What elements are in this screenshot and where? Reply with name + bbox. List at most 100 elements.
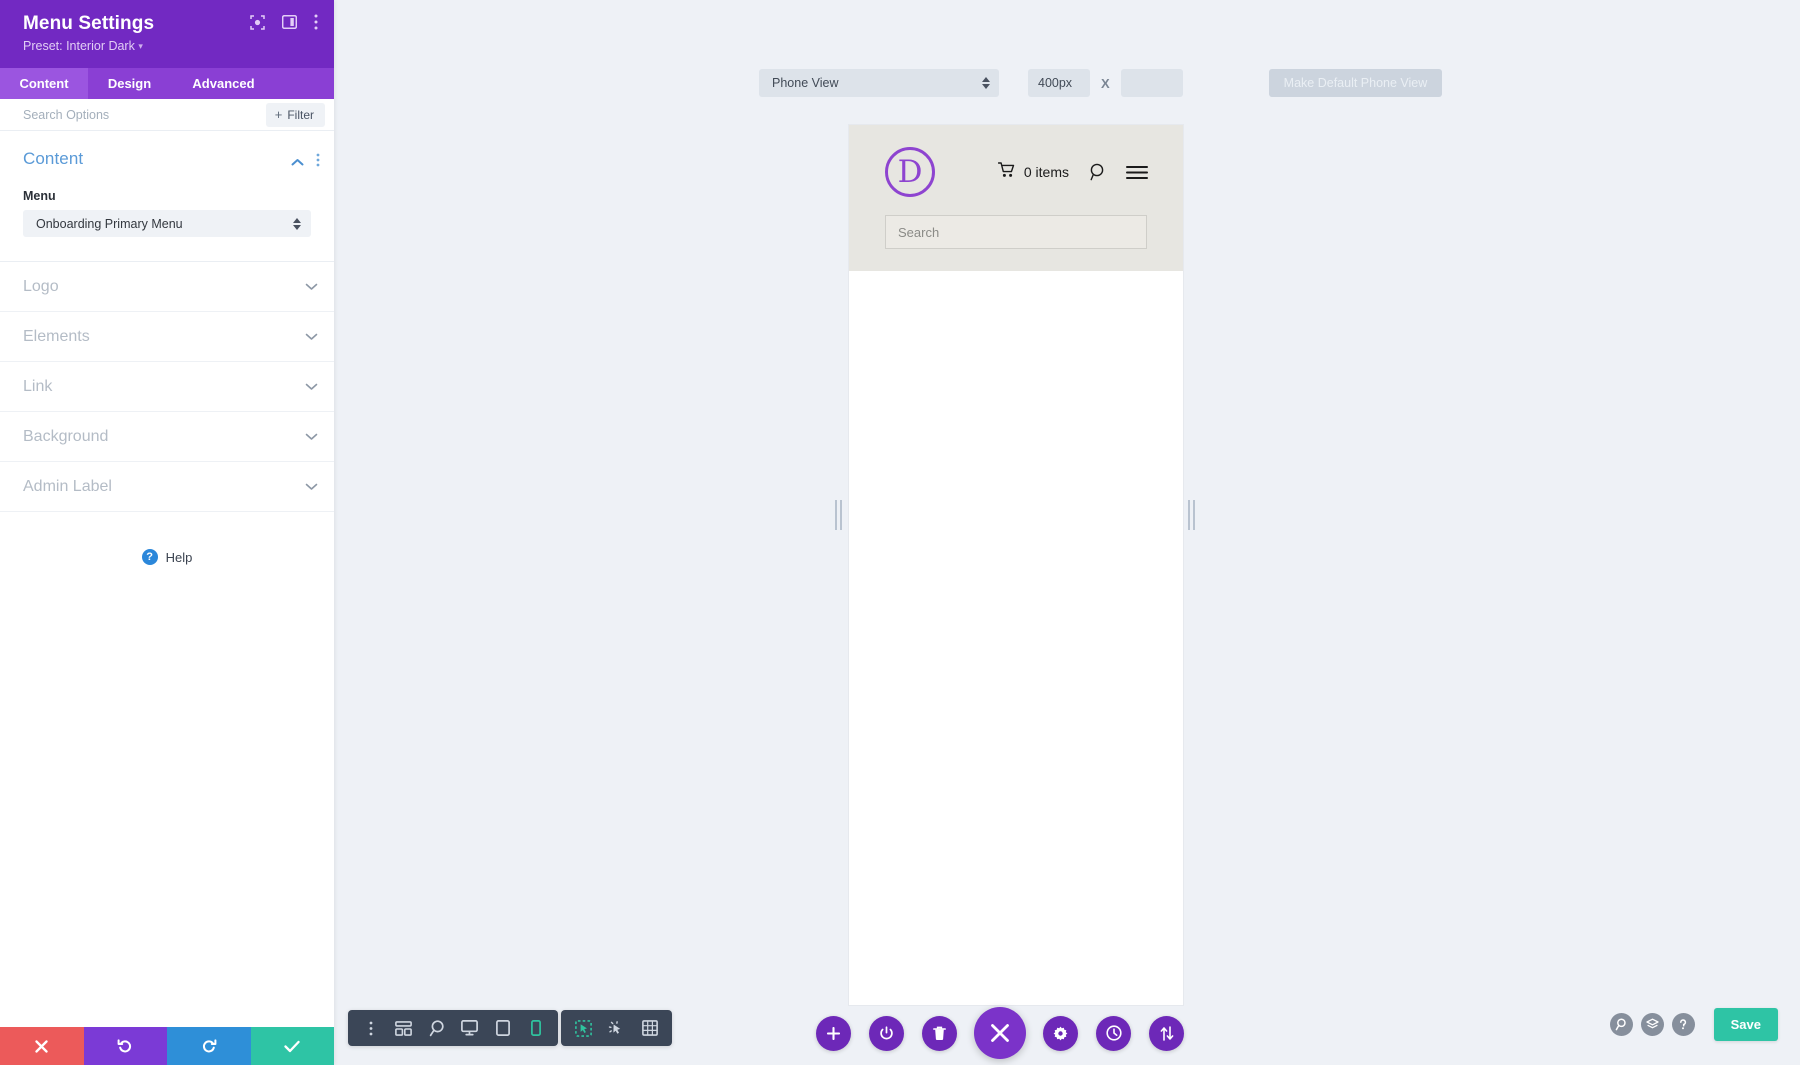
cancel-button[interactable]	[0, 1027, 84, 1065]
hover-select-icon[interactable]	[600, 1010, 633, 1046]
focus-target-icon[interactable]	[250, 14, 265, 30]
undo-button[interactable]	[83, 1027, 167, 1065]
search-icon[interactable]	[1089, 163, 1106, 181]
accordion-admin-label[interactable]: Admin Label	[0, 462, 334, 512]
chevron-up-icon[interactable]	[291, 154, 304, 172]
tablet-view-icon[interactable]	[486, 1010, 519, 1046]
accordion-logo-label: Logo	[23, 277, 59, 295]
question-icon: ?	[141, 549, 158, 565]
accordion-elements[interactable]: Elements	[0, 312, 334, 362]
history-button[interactable]	[1096, 1015, 1131, 1051]
kebab-menu-icon[interactable]	[354, 1010, 387, 1046]
undo-icon	[117, 1039, 132, 1053]
search-options-row: + Filter	[0, 99, 334, 131]
search-icon	[1615, 1018, 1626, 1031]
help-button[interactable]	[1671, 1013, 1695, 1036]
redo-icon	[202, 1039, 217, 1053]
close-icon	[991, 1024, 1009, 1042]
cart-item-count: 0 items	[1023, 164, 1069, 180]
chevron-down-icon	[305, 328, 318, 346]
tab-design[interactable]: Design	[88, 68, 171, 99]
search-input[interactable]	[23, 107, 266, 122]
divi-logo[interactable]: D	[885, 147, 935, 197]
panel-layout-icon[interactable]	[281, 14, 298, 30]
power-icon	[880, 1025, 893, 1039]
phone-view-icon[interactable]	[519, 1010, 552, 1046]
panel-header: Menu Settings Preset: Interior Dark ▾	[0, 0, 334, 68]
apply-button[interactable]	[250, 1027, 334, 1065]
panel-action-bar	[0, 1027, 334, 1065]
help-link-label: Help	[165, 549, 193, 565]
menu-field-label: Menu	[23, 189, 56, 203]
help-link[interactable]: ? Help	[0, 549, 334, 565]
save-button[interactable]: Save	[1713, 1008, 1778, 1041]
sort-button[interactable]	[1149, 1015, 1184, 1051]
kebab-menu-icon[interactable]	[314, 14, 318, 30]
toggle-builder-button[interactable]	[869, 1015, 904, 1051]
responsive-toolbar: Phone View 400px X Make Default Phone Vi…	[759, 69, 1443, 97]
tab-advanced[interactable]: Advanced	[171, 68, 276, 99]
menu-select-value: Onboarding Primary Menu	[36, 216, 183, 231]
menu-select[interactable]: Onboarding Primary Menu	[23, 210, 311, 237]
trash-icon	[933, 1026, 946, 1040]
content-section: Content Menu Onboarding Primary Menu	[0, 131, 334, 262]
make-default-phone-view-button[interactable]: Make Default Phone View	[1268, 69, 1443, 97]
add-module-button[interactable]	[816, 1015, 851, 1051]
hamburger-menu-icon[interactable]	[1126, 165, 1148, 180]
builder-utility-controls: Save	[1609, 1008, 1778, 1041]
builder-canvas: Phone View 400px X Make Default Phone Vi…	[334, 0, 1800, 1065]
chevron-down-icon	[305, 428, 318, 446]
chevron-down-icon: ▾	[138, 41, 143, 51]
cart-link[interactable]: 0 items	[997, 161, 1069, 183]
redo-button[interactable]	[167, 1027, 251, 1065]
accordion-background[interactable]: Background	[0, 412, 334, 462]
tab-content[interactable]: Content	[0, 68, 88, 99]
section-title: Content	[23, 149, 84, 168]
section-tools	[291, 153, 320, 172]
gear-icon	[1053, 1026, 1068, 1040]
resize-handle-right[interactable]	[1186, 500, 1198, 530]
close-builder-button[interactable]	[974, 1007, 1026, 1059]
filter-button[interactable]: + Filter	[265, 102, 325, 127]
site-search-placeholder: Search	[898, 224, 940, 240]
updown-arrows-icon	[293, 217, 301, 230]
chevron-down-icon	[305, 478, 318, 496]
site-header-right: 0 items	[997, 161, 1148, 183]
zoom-view-icon[interactable]	[420, 1010, 453, 1046]
clock-icon	[1105, 1025, 1122, 1041]
layers-button[interactable]	[1640, 1013, 1664, 1036]
width-input[interactable]: 400px	[1028, 69, 1090, 97]
module-settings-panel: Menu Settings Preset: Interior Dark ▾ Co…	[0, 0, 334, 1065]
question-icon	[1680, 1019, 1687, 1030]
click-select-icon[interactable]	[567, 1010, 600, 1046]
search-button[interactable]	[1609, 1013, 1633, 1036]
site-header: D 0 items Search	[849, 125, 1183, 271]
accordion-link-label: Link	[23, 377, 53, 395]
filter-button-label: Filter	[287, 107, 314, 122]
phone-preview-frame: D 0 items Search	[849, 125, 1183, 1005]
resize-handle-left[interactable]	[833, 500, 845, 530]
height-input[interactable]	[1120, 69, 1183, 97]
layers-icon	[1645, 1018, 1659, 1029]
make-default-label: Make Default Phone View	[1283, 76, 1428, 90]
settings-button[interactable]	[1043, 1015, 1078, 1051]
trash-button[interactable]	[922, 1015, 957, 1051]
wireframe-view-icon[interactable]	[387, 1010, 420, 1046]
chevron-down-icon	[305, 378, 318, 396]
accordion-logo[interactable]: Logo	[0, 262, 334, 312]
site-body	[849, 271, 1183, 971]
chevron-down-icon	[305, 278, 318, 296]
grid-view-icon[interactable]	[633, 1010, 666, 1046]
accordion-link[interactable]: Link	[0, 362, 334, 412]
section-kebab-menu-icon[interactable]	[316, 153, 320, 172]
site-search-input[interactable]: Search	[885, 215, 1147, 249]
preset-name: Preset: Interior Dark	[23, 39, 135, 53]
selection-mode-toolbar	[561, 1010, 672, 1046]
accordion-elements-label: Elements	[23, 327, 90, 345]
view-mode-select[interactable]: Phone View	[759, 69, 999, 97]
updown-arrows-icon	[982, 77, 990, 89]
desktop-view-icon[interactable]	[453, 1010, 486, 1046]
width-value: 400px	[1038, 76, 1073, 90]
preset-label[interactable]: Preset: Interior Dark ▾	[23, 39, 316, 54]
tab-design-label: Design	[107, 76, 152, 91]
